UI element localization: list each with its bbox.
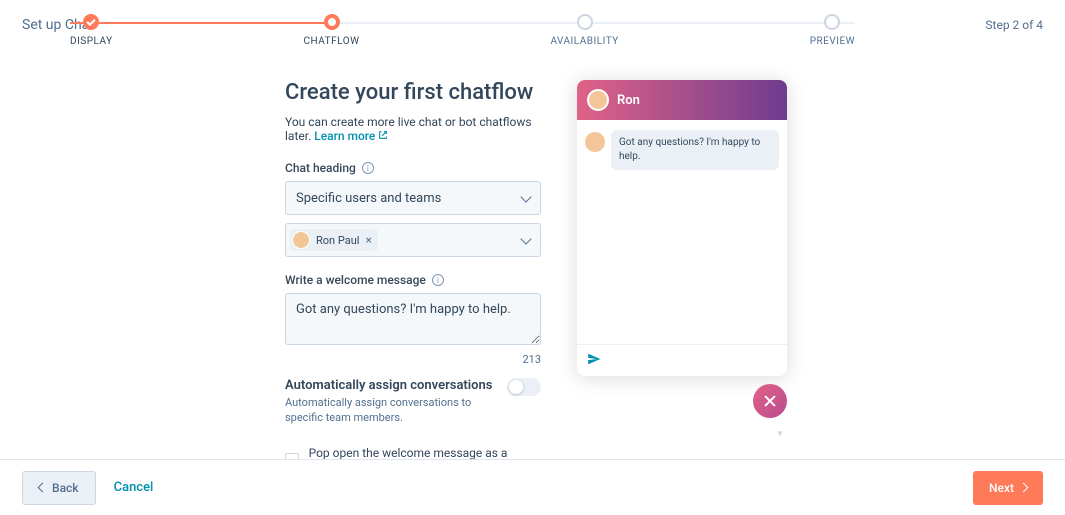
step-display[interactable]: DISPLAY	[70, 14, 113, 47]
next-label: Next	[989, 481, 1014, 495]
step-circle	[577, 14, 593, 30]
step-chatflow[interactable]: CHATFLOW	[304, 14, 360, 47]
chat-name: Ron	[617, 93, 640, 108]
info-icon[interactable]: i	[432, 274, 444, 286]
step-availability[interactable]: AVAILABILITY	[550, 14, 618, 47]
chat-header: Ron	[577, 80, 787, 120]
welcome-label: Write a welcome message	[285, 273, 426, 287]
check-icon	[87, 16, 96, 25]
step-label: CHATFLOW	[304, 36, 360, 47]
chat-heading-label: Chat heading	[285, 161, 356, 175]
back-button[interactable]: Back	[22, 471, 96, 505]
step-label: AVAILABILITY	[550, 36, 618, 47]
next-button[interactable]: Next	[973, 471, 1043, 505]
learn-more-link[interactable]: Learn more	[314, 129, 375, 143]
user-tag: Ron Paul ×	[290, 229, 378, 251]
send-icon	[587, 351, 601, 370]
auto-assign-desc: Automatically assign conversations to sp…	[285, 395, 495, 426]
chevron-right-icon	[1019, 483, 1029, 493]
char-count: 213	[285, 353, 541, 366]
subline: You can create more live chat or bot cha…	[285, 115, 541, 143]
chevron-down-icon	[520, 191, 531, 202]
external-link-icon	[378, 129, 388, 143]
avatar	[587, 89, 609, 111]
step-preview[interactable]: PREVIEW	[810, 14, 855, 47]
step-circle-done	[83, 14, 99, 30]
step-label: PREVIEW	[810, 36, 855, 47]
tag-label: Ron Paul	[316, 234, 359, 247]
main-heading: Create your first chatflow	[285, 80, 541, 105]
step-label: DISPLAY	[70, 36, 113, 47]
chat-input-bar	[577, 344, 787, 376]
close-icon[interactable]: ×	[365, 233, 371, 247]
welcome-message-textarea[interactable]	[285, 293, 541, 345]
avatar	[585, 132, 605, 152]
chat-close-fab[interactable]	[753, 384, 787, 418]
chat-heading-select[interactable]: Specific users and teams	[285, 181, 541, 215]
message-bubble: Got any questions? I'm happy to help.	[611, 130, 779, 170]
back-label: Back	[52, 481, 79, 495]
info-icon[interactable]: i	[362, 162, 374, 174]
chat-preview: Ron ▲ Got any questions? I'm happy to he…	[577, 80, 787, 376]
user-tag-input[interactable]: Ron Paul ×	[285, 223, 541, 257]
auto-assign-toggle[interactable]	[507, 378, 541, 396]
step-circle-current	[324, 14, 340, 30]
avatar	[292, 231, 310, 249]
auto-assign-title: Automatically assign conversations	[285, 378, 495, 393]
chevron-down-icon	[520, 233, 531, 244]
message-row: Got any questions? I'm happy to help.	[585, 130, 779, 170]
select-value: Specific users and teams	[296, 191, 441, 206]
close-icon	[763, 394, 777, 408]
step-circle	[824, 14, 840, 30]
chevron-left-icon	[38, 483, 48, 493]
chat-body: Got any questions? I'm happy to help.	[577, 120, 787, 344]
step-indicator: Step 2 of 4	[985, 18, 1043, 32]
cancel-button[interactable]: Cancel	[114, 480, 154, 495]
